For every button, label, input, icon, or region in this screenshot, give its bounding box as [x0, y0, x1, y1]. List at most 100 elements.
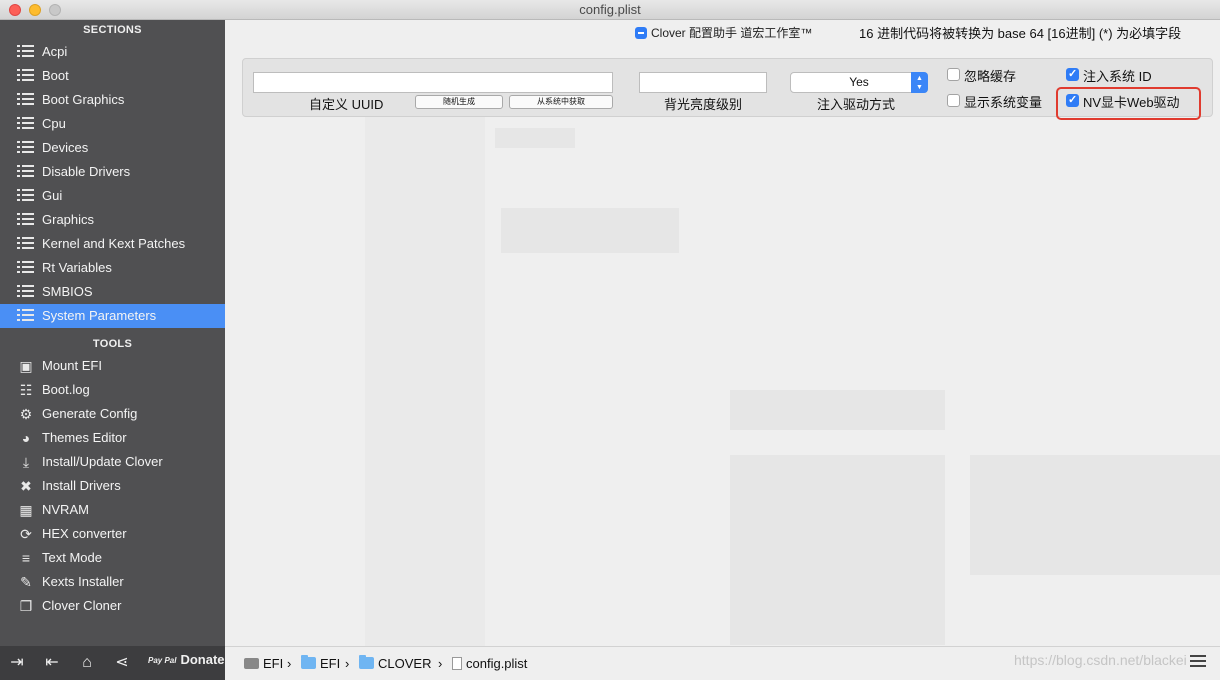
get-from-system-button[interactable]: 从系统中获取 — [509, 95, 613, 109]
tool-item-boot-log[interactable]: ☷ Boot.log — [0, 378, 225, 402]
list-icon — [17, 189, 35, 203]
login-icon[interactable]: ⇥ — [7, 654, 27, 672]
sidebar-item-graphics[interactable]: Graphics — [0, 208, 225, 232]
tool-item-clover-cloner[interactable]: ❐ Clover Cloner — [0, 594, 225, 618]
sidebar-item-kernel-and-kext-patches[interactable]: Kernel and Kext Patches — [0, 232, 225, 256]
show-vars-checkbox[interactable] — [947, 94, 960, 107]
app-label: Clover 配置助手 道宏工作室™ — [651, 26, 813, 40]
watermark: https://blog.csdn.net/blackei — [1014, 652, 1187, 668]
sidebar-item-acpi[interactable]: Acpi — [0, 40, 225, 64]
folder-icon — [301, 655, 316, 669]
sidebar-item-label: Boot — [42, 68, 69, 83]
zoom-window-button[interactable] — [49, 4, 61, 16]
list-view-icon[interactable] — [1190, 655, 1206, 668]
refresh-icon: ⟳ — [20, 526, 32, 542]
download-icon: ⤓ — [22, 454, 30, 470]
sections-title: SECTIONS — [83, 24, 142, 36]
list-icon — [17, 213, 35, 227]
path-item-label: config.plist — [466, 656, 528, 671]
tool-item-label: Install/Update Clover — [42, 454, 163, 469]
list-icon — [17, 45, 35, 59]
tool-item-label: Kexts Installer — [42, 574, 124, 589]
path-item-drive[interactable]: EFI — [244, 656, 283, 671]
path-item-label: EFI — [320, 656, 341, 671]
backlight-level-input[interactable] — [639, 72, 767, 93]
sidebar-item-rt-variables[interactable]: Rt Variables — [0, 256, 225, 280]
sidebar-item-label: Gui — [42, 188, 63, 203]
paypal-icon: Pay Pal — [148, 655, 177, 665]
uuid-label: 自定义 UUID — [309, 97, 384, 112]
sidebar-item-label: Disable Drivers — [42, 164, 131, 179]
sidebar-item-boot-graphics[interactable]: Boot Graphics — [0, 88, 225, 112]
window-title: config.plist — [579, 2, 641, 17]
path-item-label: EFI — [263, 656, 284, 671]
path-item-efi[interactable]: EFI — [301, 655, 341, 671]
inject-kexts-value: Yes — [849, 75, 869, 89]
sidebar-item-label: System Parameters — [42, 308, 157, 323]
tool-item-label: Clover Cloner — [42, 598, 122, 613]
donate-button[interactable]: Pay Pal Donate — [148, 652, 225, 667]
show-vars-label: 显示系统变量 — [964, 95, 1043, 110]
inject-kexts-label: 注入驱动方式 — [817, 97, 896, 112]
list-icon — [17, 165, 35, 179]
tool-item-nvram[interactable]: ▦ NVRAM — [0, 498, 225, 522]
sidebar-item-label: Kernel and Kext Patches — [42, 236, 186, 251]
home-icon[interactable]: ⌂ — [77, 654, 97, 672]
list-icon — [17, 237, 35, 251]
tool-item-label: Mount EFI — [42, 358, 102, 373]
drive-icon — [244, 658, 259, 669]
hint-text: 16 进制代码将被转换为 base 64 [16进制] (*) 为必填字段 — [859, 26, 1182, 41]
path-separator: › — [287, 656, 292, 671]
sidebar-item-system-parameters[interactable]: System Parameters — [0, 304, 225, 328]
folder-icon — [359, 655, 374, 669]
inject-system-id-checkbox[interactable] — [1066, 67, 1079, 81]
tool-item-label: HEX converter — [42, 526, 127, 541]
no-caches-checkbox[interactable] — [947, 68, 960, 81]
list-icon — [17, 309, 35, 323]
sidebar-item-devices[interactable]: Devices — [0, 136, 225, 160]
list-icon — [17, 69, 35, 83]
list-icon — [17, 93, 35, 107]
path-item-config[interactable]: config.plist — [452, 656, 527, 671]
share-icon[interactable]: ⋖ — [112, 654, 132, 672]
sidebar-item-smbios[interactable]: SMBIOS — [0, 280, 225, 304]
inject-system-id-label: 注入系统 ID — [1083, 69, 1152, 84]
background-ghost — [501, 208, 679, 253]
tool-item-install-drivers[interactable]: ✖ Install Drivers — [0, 474, 225, 498]
sidebar-item-gui[interactable]: Gui — [0, 184, 225, 208]
minimize-window-button[interactable] — [29, 4, 41, 16]
sidebar-item-boot[interactable]: Boot — [0, 64, 225, 88]
tool-item-hex-converter[interactable]: ⟳ HEX converter — [0, 522, 225, 546]
title-bar: config.plist — [0, 0, 1220, 20]
list-icon: ≡ — [21, 550, 31, 566]
palette-icon: ◕ — [21, 430, 31, 446]
sidebar-item-label: Cpu — [42, 116, 66, 131]
tool-item-label: Boot.log — [42, 382, 90, 397]
app-window: config.plist Clover 配置助手 道宏工作室™ 16 进制代码将… — [0, 0, 1220, 680]
highlight-box — [1056, 87, 1201, 120]
background-ghost — [495, 128, 575, 148]
backlight-level-label: 背光亮度级别 — [664, 97, 743, 112]
uuid-input[interactable] — [253, 72, 613, 93]
tool-item-themes-editor[interactable]: ◕ Themes Editor — [0, 426, 225, 450]
logout-icon[interactable]: ⇤ — [42, 654, 62, 672]
no-caches-label: 忽略缓存 — [964, 69, 1017, 84]
sidebar-item-label: SMBIOS — [42, 284, 93, 299]
sidebar-item-disable-drivers[interactable]: Disable Drivers — [0, 160, 225, 184]
sidebar-item-label: Acpi — [42, 44, 68, 59]
list-icon — [17, 285, 35, 299]
sidebar-item-cpu[interactable]: Cpu — [0, 112, 225, 136]
inject-kexts-select[interactable]: Yes ▲ ▼ — [790, 72, 928, 93]
gears-icon: ⚙ — [19, 406, 33, 422]
tool-item-mount-efi[interactable]: ▣ Mount EFI — [0, 354, 225, 378]
tool-item-text-mode[interactable]: ≡ Text Mode — [0, 546, 225, 570]
sidebar: SECTIONS Acpi Boot Boot Graphics Cpu Devices… — [0, 20, 225, 680]
tool-item-install-update-clover[interactable]: ⤓ Install/Update Clover — [0, 450, 225, 474]
path-item-clover[interactable]: CLOVER — [359, 655, 431, 671]
random-uuid-button[interactable]: 随机生成 — [415, 95, 503, 109]
close-window-button[interactable] — [9, 4, 21, 16]
tool-item-generate-config[interactable]: ⚙ Generate Config — [0, 402, 225, 426]
tool-item-kexts-installer[interactable]: ✎ Kexts Installer — [0, 570, 225, 594]
sidebar-item-label: Boot Graphics — [42, 92, 125, 107]
path-separator: › — [345, 656, 350, 671]
